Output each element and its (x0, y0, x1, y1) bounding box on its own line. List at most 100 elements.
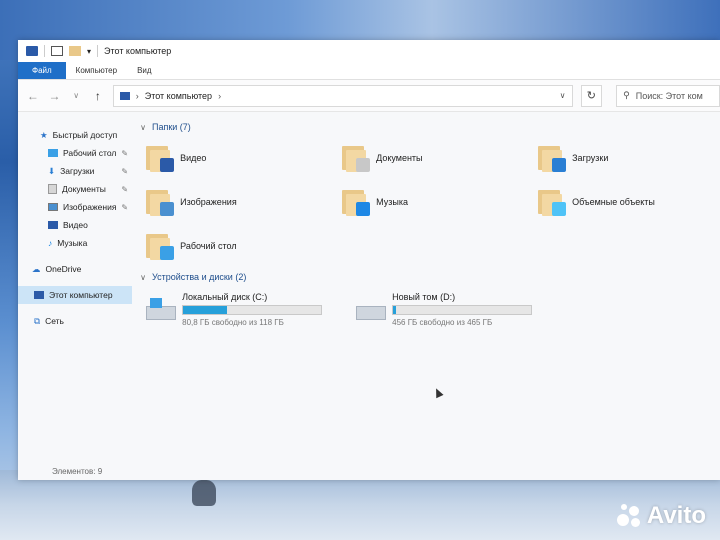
video-icon (48, 221, 58, 229)
drive-usage-fill (393, 306, 396, 314)
forward-arrow-icon[interactable]: → (48, 89, 62, 103)
drive-usage-fill (183, 306, 228, 314)
sidebar-item-documents[interactable]: Документы ✎ (18, 180, 132, 198)
desktop-icon (48, 149, 58, 157)
pin-icon[interactable]: ✎ (121, 149, 128, 158)
video-folder-icon (146, 144, 175, 172)
breadcrumb-separator-icon[interactable]: › (218, 91, 221, 101)
back-arrow-icon[interactable]: ← (26, 89, 40, 103)
sidebar-item-music[interactable]: ♪ Музыка (18, 234, 132, 252)
folder-label: Объемные объекты (572, 197, 655, 207)
sidebar-item-desktop[interactable]: Рабочий стол ✎ (18, 144, 132, 162)
address-bar[interactable]: › Этот компьютер › ∨ (112, 84, 573, 107)
music-folder-icon (342, 188, 371, 216)
sidebar-item-label: Рабочий стол (63, 148, 117, 158)
sidebar-item-label: Загрузки (60, 166, 95, 176)
folder-item-pictures[interactable]: Изображения (146, 184, 342, 220)
customize-toolbar-icon[interactable]: ▾ (87, 47, 91, 56)
folder-item-3d-objects[interactable]: Объемные объекты (538, 184, 720, 220)
download-icon: ⬇ (48, 165, 56, 176)
drive-info: Локальный диск (C:) 80,8 ГБ свободно из … (182, 292, 342, 327)
recent-locations-icon[interactable]: ∨ (69, 91, 83, 100)
pin-icon[interactable]: ✎ (121, 167, 128, 176)
folder-label: Музыка (376, 197, 408, 207)
drive-item-c[interactable]: Локальный диск (C:) 80,8 ГБ свободно из … (146, 292, 342, 327)
up-arrow-icon[interactable]: ↑ (91, 89, 105, 103)
wallpaper-figure (192, 480, 216, 506)
drive-info: Новый том (D:) 456 ГБ свободно из 465 ГБ (392, 292, 552, 327)
sidebar-item-label: Сеть (45, 316, 64, 326)
sidebar-item-label: Быстрый доступ (52, 130, 118, 140)
breadcrumb[interactable]: Этот компьютер (145, 91, 212, 101)
star-icon: ★ (40, 129, 48, 140)
folder-item-downloads[interactable]: Загрузки (538, 140, 720, 176)
folders-grid: Видео Документы Загрузки Изображения Муз… (140, 140, 720, 264)
folder-icon (26, 46, 38, 56)
sidebar-item-label: OneDrive (45, 264, 82, 274)
navigation-pane: ★ Быстрый доступ Рабочий стол ✎ ⬇ Загруз… (18, 112, 133, 480)
sidebar-item-pictures[interactable]: Изображения ✎ (18, 198, 132, 216)
explorer-window: ▾ Этот компьютер Файл Компьютер Вид ← → … (18, 40, 720, 480)
avito-watermark: Avito (615, 502, 706, 530)
chevron-down-icon[interactable]: ∨ (140, 123, 146, 132)
cloud-icon: ☁ (32, 263, 41, 274)
refresh-button[interactable]: ↻ (580, 84, 603, 107)
explorer-body: ★ Быстрый доступ Рабочий стол ✎ ⬇ Загруз… (18, 112, 720, 480)
drive-name: Новый том (D:) (392, 292, 456, 302)
titlebar-divider (97, 45, 99, 57)
computer-icon (119, 91, 130, 100)
avito-logo-icon (615, 502, 643, 530)
properties-icon[interactable] (51, 46, 63, 56)
content-pane: ∨ Папки (7) Видео Документы Загрузки Изо… (132, 112, 720, 480)
new-folder-icon[interactable] (69, 46, 81, 56)
3d-objects-folder-icon (538, 188, 567, 216)
sidebar-item-this-pc[interactable]: Этот компьютер (18, 286, 133, 304)
sidebar-item-video[interactable]: Видео (18, 216, 132, 234)
folder-item-video[interactable]: Видео (146, 140, 342, 176)
folder-label: Загрузки (572, 153, 609, 163)
drive-free-space: 456 ГБ свободно из 465 ГБ (392, 318, 493, 327)
folders-group-header[interactable]: ∨ Папки (7) (140, 120, 720, 134)
sidebar-item-network[interactable]: ⧉ Сеть (18, 312, 132, 330)
folder-item-music[interactable]: Музыка (342, 184, 538, 220)
tab-file[interactable]: Файл (18, 62, 66, 79)
drive-item-d[interactable]: Новый том (D:) 456 ГБ свободно из 465 ГБ (356, 292, 552, 327)
hard-drive-icon (356, 298, 387, 322)
folder-item-desktop[interactable]: Рабочий стол (146, 228, 342, 264)
drive-usage-bar (392, 305, 533, 315)
titlebar-divider (44, 45, 45, 57)
tab-view[interactable]: Вид (127, 62, 161, 79)
status-bar-items: Элементов: 9 (52, 467, 103, 476)
documents-folder-icon (342, 144, 371, 172)
breadcrumb-separator-icon[interactable]: › (136, 91, 139, 101)
navigation-bar: ← → ∨ ↑ › Этот компьютер › ∨ ↻ ⚲ Поиск: … (18, 80, 720, 112)
window-title: Этот компьютер (104, 46, 172, 56)
sidebar-item-onedrive[interactable]: ☁ OneDrive (18, 260, 132, 278)
folder-label: Изображения (180, 197, 237, 207)
computer-icon (34, 291, 44, 299)
drives-group-header[interactable]: ∨ Устройства и диски (2) (140, 270, 720, 284)
desktop-wallpaper-bottom (0, 470, 720, 540)
folder-badge (356, 202, 371, 216)
sidebar-item-label: Этот компьютер (49, 290, 113, 300)
pin-icon[interactable]: ✎ (121, 203, 128, 212)
mouse-cursor-icon (432, 386, 444, 399)
watermark-text: Avito (646, 502, 706, 529)
search-placeholder: Поиск: Этот ком (635, 90, 703, 101)
pictures-icon (48, 203, 58, 211)
pictures-folder-icon (146, 188, 175, 216)
tab-computer[interactable]: Компьютер (66, 62, 127, 79)
folder-item-documents[interactable]: Документы (342, 140, 538, 176)
address-dropdown-icon[interactable]: ∨ (554, 91, 572, 100)
pin-icon[interactable]: ✎ (121, 185, 128, 194)
sidebar-item-downloads[interactable]: ⬇ Загрузки ✎ (18, 162, 132, 180)
sidebar-item-quick-access[interactable]: ★ Быстрый доступ (18, 126, 132, 144)
search-input[interactable]: ⚲ Поиск: Этот ком (616, 84, 720, 107)
chevron-down-icon[interactable]: ∨ (140, 273, 146, 282)
drive-name: Локальный диск (C:) (182, 292, 268, 302)
sidebar-item-label: Изображения (63, 202, 117, 212)
refresh-icon: ↻ (586, 90, 596, 102)
